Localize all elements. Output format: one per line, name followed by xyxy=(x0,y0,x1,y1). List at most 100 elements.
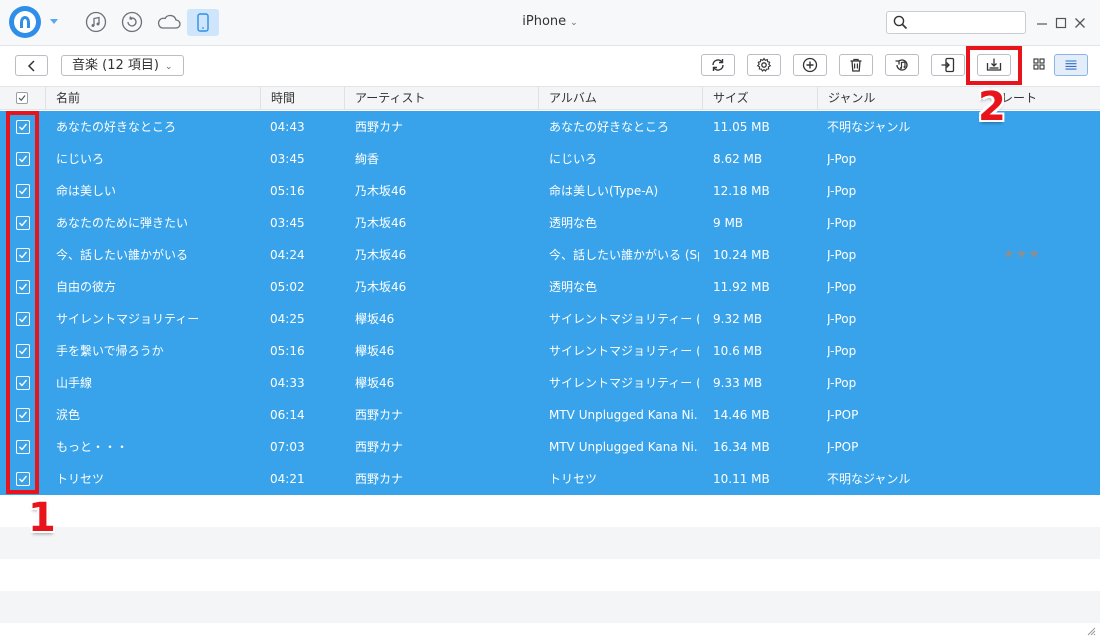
empty-row xyxy=(0,527,1100,559)
column-header-name[interactable]: 名前 xyxy=(45,87,260,109)
song-album: トリセツ xyxy=(549,472,598,486)
song-name: もっと・・・ xyxy=(56,440,129,454)
table-row[interactable]: 山手線 04:33 欅坂46 サイレントマジョリティー (Spec... 9.3… xyxy=(0,367,1100,399)
song-size: 8.62 MB xyxy=(713,152,763,166)
song-size: 10.24 MB xyxy=(713,248,770,262)
restore-icon[interactable] xyxy=(121,11,143,33)
to-device-button[interactable] xyxy=(931,54,965,76)
song-size: 14.46 MB xyxy=(713,408,770,422)
resize-grip-icon[interactable] xyxy=(1086,626,1096,636)
song-size: 9.33 MB xyxy=(713,376,763,390)
table-row[interactable]: 手を繋いで帰ろうか 05:16 欅坂46 サイレントマジョリティー (Spec.… xyxy=(0,335,1100,367)
search-box[interactable] xyxy=(886,11,1026,34)
delete-icon xyxy=(850,58,862,72)
row-checkbox[interactable] xyxy=(16,472,30,486)
music-icon[interactable] xyxy=(85,11,107,33)
table-row[interactable]: にじいろ 03:45 絢香 にじいろ 8.62 MB J-Pop xyxy=(0,143,1100,175)
table-header: 名前 時間 アーティスト アルバム サイズ ジャンル レート xyxy=(0,86,1100,110)
category-dropdown[interactable]: 音楽 (12 項目) ⌄ xyxy=(61,55,184,76)
song-genre: 不明なジャンル xyxy=(827,120,911,134)
to-computer-button[interactable] xyxy=(977,54,1011,76)
back-button[interactable] xyxy=(15,55,48,76)
song-name: 自由の彼方 xyxy=(56,280,117,294)
table-row[interactable]: 今、話したい誰かがいる 04:24 乃木坂46 今、話したい誰かがいる (Sp.… xyxy=(0,239,1100,271)
song-time: 03:45 xyxy=(270,152,305,166)
song-name: 手を繋いで帰ろうか xyxy=(56,344,164,358)
row-checkbox[interactable] xyxy=(16,376,30,390)
minimize-icon[interactable] xyxy=(1035,15,1049,29)
song-album: MTV Unplugged Kana Ni... xyxy=(549,440,699,454)
search-input[interactable] xyxy=(913,14,1021,32)
table-row[interactable]: 自由の彼方 05:02 乃木坂46 透明な色 11.92 MB J-Pop xyxy=(0,271,1100,303)
row-checkbox[interactable] xyxy=(16,152,30,166)
table-row[interactable]: あなたの好きなところ 04:43 西野カナ あなたの好きなところ 11.05 M… xyxy=(0,111,1100,143)
table-row[interactable]: 命は美しい 05:16 乃木坂46 命は美しい(Type-A) 12.18 MB… xyxy=(0,175,1100,207)
checkmark-icon xyxy=(19,283,28,291)
chevron-down-icon[interactable]: ⌄ xyxy=(570,18,578,28)
song-genre: J-POP xyxy=(827,408,859,422)
cloud-icon[interactable] xyxy=(156,11,182,33)
to-computer-icon xyxy=(986,58,1002,71)
checkmark-icon xyxy=(19,123,28,131)
row-checkbox[interactable] xyxy=(16,312,30,326)
row-checkbox[interactable] xyxy=(16,344,30,358)
add-button[interactable] xyxy=(793,54,827,76)
table-row[interactable]: もっと・・・ 07:03 西野カナ MTV Unplugged Kana Ni.… xyxy=(0,431,1100,463)
grid-view-icon xyxy=(1033,58,1045,70)
song-name: あなたのために弾きたい xyxy=(56,216,189,230)
row-checkbox[interactable] xyxy=(16,216,30,230)
column-header-rating[interactable]: レート xyxy=(990,87,1100,109)
column-header-artist[interactable]: アーティスト xyxy=(344,87,538,109)
device-name-label[interactable]: iPhone xyxy=(522,14,566,29)
song-genre: J-Pop xyxy=(827,376,857,390)
song-genre: J-Pop xyxy=(827,248,857,262)
column-header-time[interactable]: 時間 xyxy=(260,87,344,109)
song-size: 16.34 MB xyxy=(713,440,770,454)
song-size: 9.32 MB xyxy=(713,312,763,326)
song-size: 10.11 MB xyxy=(713,472,770,486)
column-header-genre[interactable]: ジャンル xyxy=(817,87,990,109)
column-header-album[interactable]: アルバム xyxy=(538,87,702,109)
device-tab[interactable] xyxy=(187,9,219,36)
table-row[interactable]: あなたのために弾きたい 03:45 乃木坂46 透明な色 9 MB J-Pop xyxy=(0,207,1100,239)
song-name: あなたの好きなところ xyxy=(56,120,177,134)
song-time: 04:24 xyxy=(270,248,305,262)
grid-view-button[interactable] xyxy=(1023,54,1053,76)
row-checkbox[interactable] xyxy=(16,248,30,262)
maximize-icon[interactable] xyxy=(1054,15,1068,29)
search-icon xyxy=(893,15,908,30)
song-name: にじいろ xyxy=(56,152,105,166)
to-itunes-button[interactable] xyxy=(885,54,919,76)
checkmark-icon xyxy=(19,315,28,323)
song-name: 涙色 xyxy=(56,408,81,422)
list-view-button[interactable] xyxy=(1054,54,1088,76)
row-checkbox[interactable] xyxy=(16,184,30,198)
song-artist: 欅坂46 xyxy=(355,344,395,358)
title-bar: iPhone ⌄ xyxy=(0,0,1100,46)
settings-icon xyxy=(756,57,772,72)
select-all-checkbox[interactable] xyxy=(16,92,28,104)
refresh-button[interactable] xyxy=(701,54,735,76)
row-checkbox[interactable] xyxy=(16,408,30,422)
logo-menu-caret-icon[interactable] xyxy=(50,19,58,24)
settings-button[interactable] xyxy=(747,54,781,76)
song-album: サイレントマジョリティー (Spec... xyxy=(549,312,699,326)
column-header-size[interactable]: サイズ xyxy=(702,87,817,109)
to-device-icon xyxy=(941,57,955,73)
row-checkbox[interactable] xyxy=(16,120,30,134)
song-name: トリセツ xyxy=(56,472,105,486)
song-time: 03:45 xyxy=(270,216,305,230)
table-row[interactable]: トリセツ 04:21 西野カナ トリセツ 10.11 MB 不明なジャンル xyxy=(0,463,1100,495)
chevron-left-icon xyxy=(27,60,35,72)
table-row[interactable]: 涙色 06:14 西野カナ MTV Unplugged Kana Ni... 1… xyxy=(0,399,1100,431)
row-checkbox[interactable] xyxy=(16,280,30,294)
row-checkbox[interactable] xyxy=(16,440,30,454)
song-rating[interactable]: ★★★ xyxy=(1003,239,1041,271)
table-row[interactable]: サイレントマジョリティー 04:25 欅坂46 サイレントマジョリティー (Sp… xyxy=(0,303,1100,335)
song-time: 04:33 xyxy=(270,376,305,390)
app-logo-icon[interactable] xyxy=(9,6,41,38)
category-label: 音楽 (12 項目) xyxy=(72,58,159,73)
delete-button[interactable] xyxy=(839,54,873,76)
song-time: 05:16 xyxy=(270,344,305,358)
close-icon[interactable] xyxy=(1073,15,1087,29)
